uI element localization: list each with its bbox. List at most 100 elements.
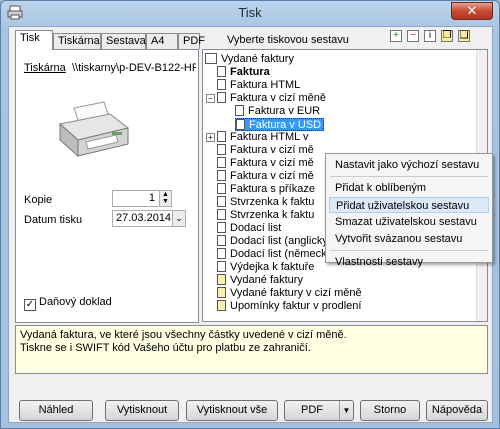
report-description: Vydaná faktura, ve které jsou všechny čá… (15, 325, 488, 374)
tree-item-label: Faktura v cizí mě (230, 170, 314, 182)
document-icon (217, 261, 226, 272)
tree-item-label: Vydané faktury v cizí měně (230, 287, 362, 299)
copies-value: 1 (148, 192, 155, 204)
preview-button[interactable]: Náhled (19, 400, 93, 421)
document-icon (236, 119, 245, 130)
tree-item[interactable]: Vydané faktury v cizí měně (217, 287, 364, 300)
date-dropdown-button[interactable]: ⌄ (172, 211, 185, 226)
print-button[interactable]: Vytisknout (105, 400, 179, 421)
printer-illustration (58, 101, 130, 158)
tree-item[interactable]: Vydané faktury (217, 274, 305, 287)
document-icon (217, 131, 226, 142)
context-menu-item[interactable]: Přidat uživatelskou sestavu (329, 197, 489, 213)
tab-sestava[interactable]: Sestava (101, 33, 146, 49)
pdf-button[interactable]: PDF ▼ (284, 400, 354, 421)
tax-document-checkbox-row[interactable]: ✓ Daňový doklad (24, 296, 112, 311)
window-title: Tisk (238, 5, 262, 20)
tab-tiskarna[interactable]: Tiskárna (53, 33, 101, 49)
tree-item[interactable]: Faktura HTML (217, 79, 302, 92)
title-bar[interactable]: Tisk ✕ (1, 1, 499, 25)
dialog-client-area: Tisk Tiskárna Sestava A4 PDF Vyberte tis… (8, 26, 493, 423)
tree-item[interactable]: Upomínky faktur v prodlení (217, 300, 363, 313)
context-menu-item[interactable]: Vytvořit svázanou sestavu (329, 231, 489, 247)
document-icon (217, 300, 226, 311)
tree-item[interactable]: Výdejka k faktuře (217, 261, 316, 274)
document-icon (217, 287, 226, 298)
tree-item[interactable]: Faktura v cizí mě (217, 157, 316, 170)
print-date-field[interactable]: 27.03.2014 ⌄ (112, 210, 186, 227)
print-tab-panel: Tiskárna \\tiskarny\p-DEV-B122-HP2 Kopie… (15, 49, 199, 323)
tree-item-label: Upomínky faktur v prodlení (230, 300, 362, 312)
print-all-button[interactable]: Vytisknout vše (186, 400, 278, 421)
tab-tisk[interactable]: Tisk (15, 30, 53, 50)
tree-item[interactable]: Stvrzenka k faktu (217, 209, 316, 222)
copy-icon[interactable]: ❐ (441, 30, 453, 42)
tree-item[interactable]: Faktura v USD (235, 118, 325, 131)
report-folder-icon (205, 53, 217, 64)
tree-item-label: Faktura s příkaze (230, 183, 315, 195)
tab-a4[interactable]: A4 (146, 33, 178, 49)
collapse-icon[interactable]: − (206, 94, 215, 103)
document-icon (217, 92, 226, 103)
tree-item[interactable]: Faktura v cizí mě (217, 170, 316, 183)
tax-document-checkbox[interactable]: ✓ (24, 299, 36, 311)
document-icon (217, 222, 226, 233)
tree-item[interactable]: Faktura v EUR (235, 105, 322, 118)
tree-item[interactable]: Stvrzenka k faktu (217, 196, 316, 209)
document-icon (217, 196, 226, 207)
context-menu-item[interactable]: Vlastnosti sestavy (329, 254, 489, 270)
context-menu-item[interactable]: Nastavit jako výchozí sestavu (329, 157, 489, 173)
copies-spin-buttons[interactable]: ▲ ▼ (159, 191, 171, 206)
add-icon[interactable]: + (390, 30, 402, 42)
menu-separator (330, 250, 488, 251)
pdf-dropdown-arrow[interactable]: ▼ (339, 401, 353, 420)
document-icon (217, 79, 226, 90)
tree-item[interactable]: Dodací list (anglicky) (217, 235, 333, 248)
print-date-label: Datum tisku (24, 214, 83, 226)
copies-stepper[interactable]: 1 ▲ ▼ (112, 190, 172, 207)
print-dialog-window: Tisk ✕ Tisk Tiskárna Sestava A4 PDF Vybe… (0, 0, 500, 429)
description-line-1: Vydaná faktura, ve které jsou všechny čá… (20, 329, 347, 341)
document-icon (217, 183, 226, 194)
tree-item[interactable]: Faktura (217, 66, 272, 79)
tree-item[interactable]: Faktura v cizí mě (217, 144, 316, 157)
document-icon (217, 170, 226, 181)
tree-item[interactable]: + Faktura HTML v (206, 131, 310, 144)
close-window-button[interactable]: ✕ (451, 2, 493, 20)
menu-separator (330, 176, 488, 177)
tree-item-label: Stvrzenka k faktu (230, 196, 315, 208)
printer-label[interactable]: Tiskárna (24, 62, 66, 74)
copies-label: Kopie (24, 194, 53, 206)
print-date-value: 27.03.2014 (116, 212, 172, 224)
pdf-button-label: PDF (301, 404, 323, 416)
document-icon (217, 248, 226, 259)
report-toolbar: + − i ❐ ❏ (390, 30, 475, 46)
context-menu: Nastavit jako výchozí sestavu Přidat k ob… (325, 153, 493, 268)
tree-item-label: Faktura v USD (249, 119, 322, 131)
tree-item-label: Výdejka k faktuře (230, 261, 315, 273)
tree-item-label: Vydané faktury (221, 53, 294, 65)
tree-item[interactable]: Dodací list (německy) (217, 248, 338, 261)
cancel-button[interactable]: Storno (360, 400, 420, 421)
tree-item-label: Vydané faktury (230, 274, 303, 286)
expand-icon[interactable]: + (206, 133, 215, 142)
tax-document-label: Daňový doklad (39, 296, 112, 308)
help-button[interactable]: Nápověda (426, 400, 488, 421)
tree-item-label: Faktura v EUR (248, 105, 321, 117)
tree-item-label: Faktura (230, 66, 270, 78)
tree-item[interactable]: − Faktura v cizí měně (206, 92, 328, 105)
info-icon[interactable]: i (424, 30, 436, 42)
tree-header-label: Vyberte tiskovou sestavu (227, 34, 349, 46)
context-menu-item[interactable]: Přidat k oblíbeným (329, 180, 489, 196)
document-icon (217, 144, 226, 155)
tree-item[interactable]: Vydané faktury (205, 53, 296, 66)
paste-icon[interactable]: ❏ (458, 30, 470, 42)
document-icon (217, 235, 226, 246)
tree-item[interactable]: Faktura s příkaze (217, 183, 317, 196)
document-icon (217, 66, 226, 77)
remove-icon[interactable]: − (407, 30, 419, 42)
tab-pdf[interactable]: PDF (178, 33, 205, 49)
tree-item[interactable]: Dodací list (217, 222, 283, 235)
tree-item-label: Dodací list (německy) (230, 248, 336, 260)
context-menu-item[interactable]: Smazat uživatelskou sestavu (329, 214, 489, 230)
